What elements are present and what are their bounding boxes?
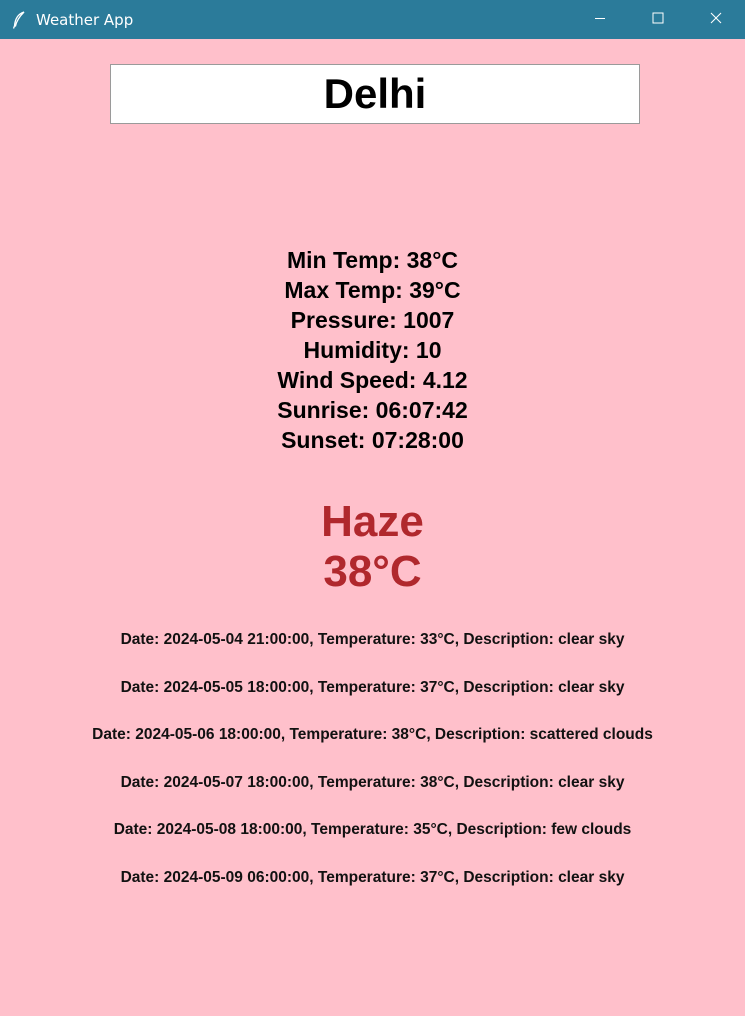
forecast-item: Date: 2024-05-09 06:00:00, Temperature: …	[120, 868, 625, 886]
current-temperature: 38°C	[323, 547, 422, 596]
window-controls	[571, 0, 745, 39]
minimize-icon	[594, 11, 606, 29]
city-search-input[interactable]	[110, 64, 640, 124]
condition-label: Haze	[321, 497, 424, 546]
wind-speed-label: Wind Speed: 4.12	[277, 367, 468, 393]
close-button[interactable]	[687, 0, 745, 39]
weather-details: Min Temp: 38°C Max Temp: 39°C Pressure: …	[0, 245, 745, 455]
forecast-item: Date: 2024-05-05 18:00:00, Temperature: …	[120, 678, 625, 696]
feather-icon	[11, 10, 27, 29]
sunset-label: Sunset: 07:28:00	[281, 427, 464, 453]
sunrise-label: Sunrise: 06:07:42	[277, 397, 468, 423]
pressure-label: Pressure: 1007	[290, 307, 455, 333]
weather-app-window: Weather App Min Temp: 38°C Max Temp: 39°…	[0, 0, 745, 1016]
maximize-button[interactable]	[629, 0, 687, 39]
forecast-list: Date: 2024-05-04 21:00:00, Temperature: …	[0, 628, 745, 913]
window-title: Weather App	[36, 10, 134, 29]
forecast-item: Date: 2024-05-04 21:00:00, Temperature: …	[120, 631, 625, 648]
minimize-button[interactable]	[571, 0, 629, 39]
forecast-item: Date: 2024-05-06 18:00:00, Temperature: …	[92, 726, 653, 743]
max-temp-label: Max Temp: 39°C	[284, 277, 461, 303]
current-weather: Haze 38°C	[0, 497, 745, 597]
title-bar[interactable]: Weather App	[0, 0, 745, 39]
forecast-item: Date: 2024-05-07 18:00:00, Temperature: …	[120, 773, 625, 791]
forecast-item: Date: 2024-05-08 18:00:00, Temperature: …	[113, 821, 632, 838]
maximize-icon	[652, 11, 664, 29]
min-temp-label: Min Temp: 38°C	[286, 247, 459, 273]
close-icon	[710, 11, 722, 29]
humidity-label: Humidity: 10	[303, 337, 442, 363]
